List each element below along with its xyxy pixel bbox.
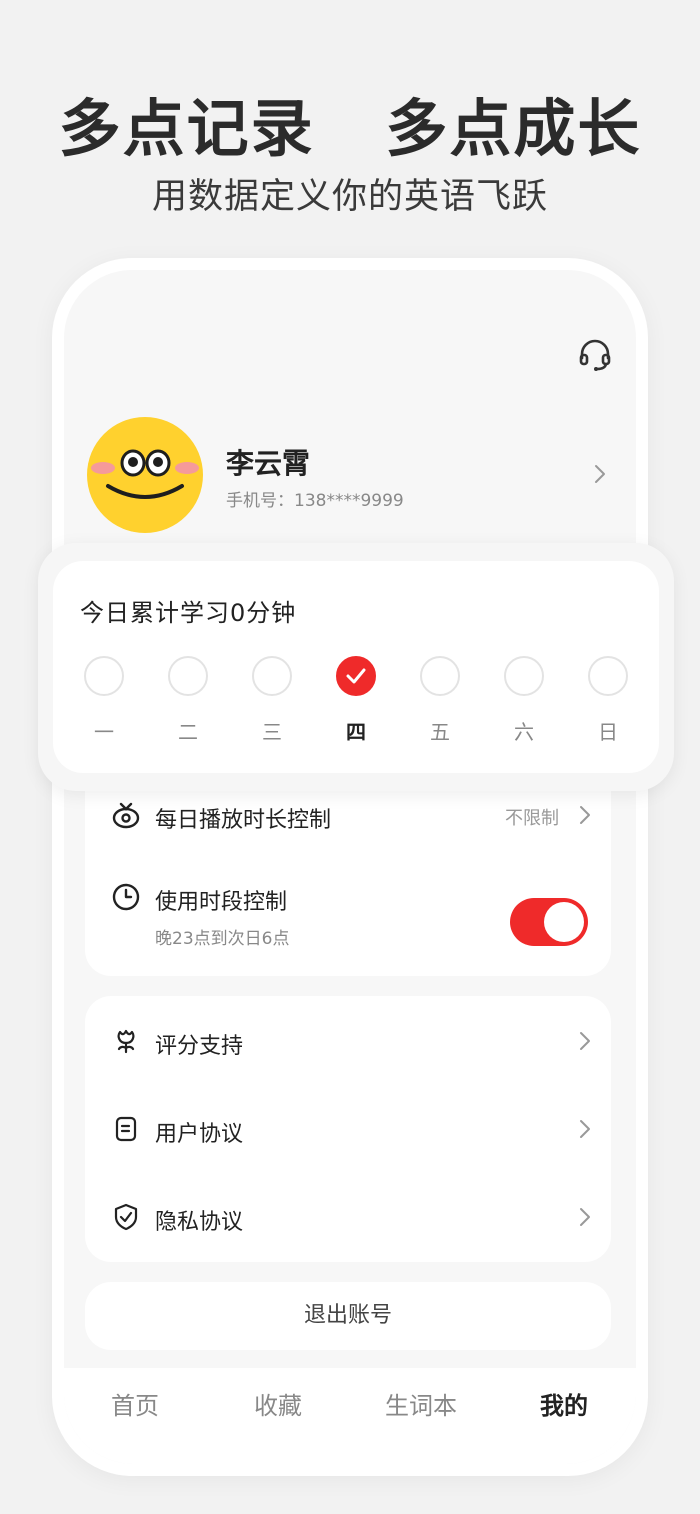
weekday-label: 三: [262, 720, 282, 744]
chevron-right-icon: [580, 1032, 590, 1050]
headset-icon[interactable]: [578, 338, 612, 372]
toggle-knob: [544, 902, 584, 942]
avatar[interactable]: [86, 416, 204, 534]
menu-card: 评分支持用户协议隐私协议: [85, 996, 611, 1262]
chevron-right-icon: [580, 1120, 590, 1138]
chevron-right-icon: [580, 1208, 590, 1226]
menu-item-privacy-policy[interactable]: 隐私协议: [85, 1186, 611, 1248]
weekday-label: 四: [346, 720, 366, 744]
weekday-item: 四: [336, 656, 376, 744]
menu-item-label: 评分支持: [155, 1034, 244, 1059]
study-card-inner: 今日累计学习0分钟 一 二 三 四 五 六 日: [53, 561, 659, 773]
study-title: 今日累计学习0分钟: [80, 599, 297, 627]
promo-headline: 多点记录 多点成长: [58, 92, 642, 165]
daily-limit-label[interactable]: 每日播放时长控制: [155, 802, 331, 834]
day-circle: [252, 656, 292, 696]
shield-icon: [114, 1203, 138, 1231]
menu-item-label: 用户协议: [155, 1122, 244, 1147]
daily-limit-value[interactable]: 不限制: [505, 804, 559, 830]
weekday-label: 六: [514, 720, 534, 744]
weekday-item: 日: [588, 656, 628, 744]
logout-button[interactable]: 退出账号: [85, 1282, 611, 1350]
tab-vocabulary[interactable]: 生词本: [361, 1386, 481, 1421]
weekday-label: 五: [430, 720, 450, 744]
weekday-item: 二: [168, 656, 208, 744]
time-period-label[interactable]: 使用时段控制: [155, 884, 287, 916]
day-circle: [168, 656, 208, 696]
chevron-right-icon[interactable]: [592, 462, 608, 486]
day-circle: [588, 656, 628, 696]
day-circle: [84, 656, 124, 696]
tab-mine[interactable]: 我的: [504, 1386, 624, 1421]
user-name[interactable]: 李云霄: [226, 442, 310, 482]
menu-item-label: 隐私协议: [155, 1210, 244, 1235]
document-icon: [115, 1116, 137, 1142]
tab-home[interactable]: 首页: [75, 1386, 195, 1421]
user-phone: 手机号：138****9999: [226, 491, 404, 511]
chevron-right-icon[interactable]: [578, 804, 592, 826]
weekday-item: 六: [504, 656, 544, 744]
promo-subline: 用数据定义你的英语飞跃: [151, 177, 548, 217]
tv-icon: [112, 802, 140, 829]
weekday-item: 三: [252, 656, 292, 744]
weekday-item: 五: [420, 656, 460, 744]
check-icon: [346, 668, 366, 684]
logout-card: 退出账号: [85, 1282, 611, 1350]
weekday-label: 二: [178, 720, 198, 744]
controls-card: 每日播放时长控制 不限制 使用时段控制 晚23点到次日6点: [85, 776, 611, 976]
study-card: 今日累计学习0分钟 一 二 三 四 五 六 日: [38, 543, 674, 791]
tab-favorites[interactable]: 收藏: [218, 1386, 338, 1421]
time-period-sub: 晚23点到次日6点: [155, 929, 290, 949]
time-period-toggle[interactable]: [510, 898, 588, 946]
menu-item-rating-support[interactable]: 评分支持: [85, 1010, 611, 1072]
weekday-label: 日: [598, 720, 618, 744]
day-circle: [420, 656, 460, 696]
menu-item-user-agreement[interactable]: 用户协议: [85, 1098, 611, 1160]
phone-screen: 李云霄 手机号：138****9999 每日播放时长控制 不限制 使用时段控制 …: [64, 270, 636, 1464]
bottom-tab-bar: 首页 收藏 生词本 我的: [64, 1368, 636, 1464]
weekday-item: 一: [84, 656, 124, 744]
weekday-label: 一: [94, 720, 114, 744]
clock-icon: [112, 883, 140, 911]
checked-day-circle: [336, 656, 376, 696]
day-circle: [504, 656, 544, 696]
flower-icon: [117, 1029, 135, 1054]
